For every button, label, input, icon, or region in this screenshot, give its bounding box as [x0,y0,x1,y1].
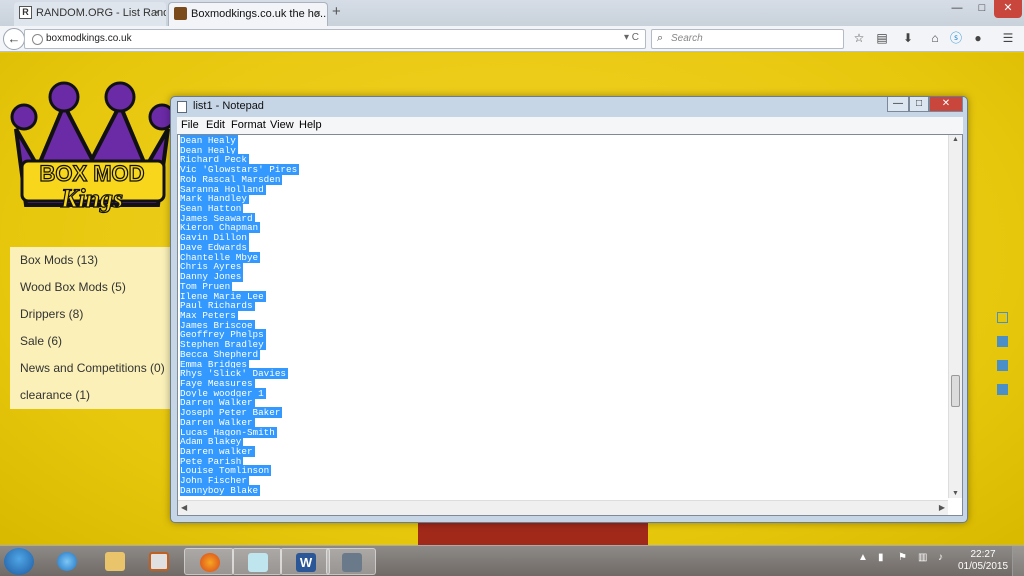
tray-device-icon[interactable]: ▮ [878,552,884,563]
tab-label: Boxmodkings.co.uk the ho... [191,8,328,20]
taskbar-firefox[interactable] [184,548,234,575]
menu-help[interactable]: Help [299,119,322,131]
notepad-icon [177,101,187,113]
slider-dot-2[interactable] [997,336,1008,347]
download-icon[interactable]: ⬇ [900,30,916,46]
notepad-close-button[interactable]: ✕ [929,97,963,112]
taskbar-internet-explorer[interactable] [42,548,92,575]
menu-file[interactable]: File [181,119,199,131]
url-dropdown-reload-icon[interactable]: ▾ C [624,32,639,43]
close-window-button[interactable]: ✕ [994,0,1022,18]
menu-format[interactable]: Format [231,119,266,131]
word-icon: W [296,553,316,572]
box-mod-kings-logo: BOX MOD Kings [10,81,176,214]
start-button[interactable] [4,548,34,575]
notepad-icon [248,553,268,572]
menu-item-box-mods[interactable]: Box Mods (13) [10,247,172,274]
scroll-up-icon[interactable]: ▲ [952,136,959,143]
scroll-right-icon[interactable]: ▶ [939,503,945,512]
notepad-window: list1 - Notepad — □ ✕ File Edit Format V… [170,96,968,523]
slider-dot-3[interactable] [997,360,1008,371]
crown-favicon-icon [174,7,187,20]
taskbar-file-explorer[interactable] [90,548,140,575]
logo-text-box-mod: BOX MOD [39,161,144,186]
screen-recorder-icon [342,553,362,572]
taskbar-clock[interactable]: 22:27 01/05/2015 [958,549,1008,573]
browser-tab-bar: R RANDOM.ORG - List Rand... × Boxmodking… [0,0,1024,26]
taskbar-word[interactable]: W [280,548,330,575]
taskbar-recorder[interactable] [326,548,376,575]
scroll-down-icon[interactable]: ▼ [952,490,959,497]
globe-icon [32,34,43,45]
tray-network-icon[interactable]: ▥ [918,552,927,563]
url-bar[interactable]: boxmodkings.co.uk ▾ C [24,29,646,49]
reading-list-icon[interactable]: ▤ [874,30,890,46]
menu-item-drippers[interactable]: Drippers (8) [10,301,172,328]
slider-dot-1[interactable] [997,312,1008,323]
new-tab-button[interactable]: + [332,3,341,20]
logo-text-kings: Kings [60,184,123,213]
menu-item-clearance[interactable]: clearance (1) [10,382,172,409]
tab-close-icon[interactable]: × [154,2,160,24]
notepad-text-area[interactable]: Dean Healy Dean Healy Richard Peck Vic 'Glo… [177,134,963,516]
minimize-button[interactable]: — [944,0,970,18]
selected-text-lines: Dean Healy Dean Healy Richard Peck Vic 'Glo… [180,135,300,496]
horizontal-scrollbar[interactable]: ◀ ▶ [178,500,948,515]
tab-close-icon[interactable]: × [315,3,321,25]
system-tray: ▲ ▮ ⚑ ▥ ♪ [858,552,968,570]
home-icon[interactable]: ⌂ [927,30,943,46]
tab-random-org[interactable]: R RANDOM.ORG - List Rand... × [14,2,166,26]
tray-flag-icon[interactable]: ⚑ [898,552,907,563]
notepad-line-text: Dannyboy Blake [180,484,261,496]
skype-icon[interactable]: ⓢ [948,30,964,46]
notepad-menu-bar: File Edit Format View Help [177,117,963,134]
back-button[interactable]: ← [3,28,25,50]
tab-label: RANDOM.ORG - List Rand... [36,7,166,19]
internet-explorer-icon [57,552,77,571]
maximize-button[interactable]: □ [970,0,994,18]
tray-expand-icon[interactable]: ▲ [858,552,868,563]
url-text[interactable]: boxmodkings.co.uk [46,33,132,44]
firefox-icon [200,553,220,572]
notepad-title-bar[interactable]: list1 - Notepad — □ ✕ [171,97,967,117]
hamburger-menu-icon[interactable]: ☰ [1000,30,1016,46]
taskbar-media-player[interactable] [134,548,184,575]
scroll-left-icon[interactable]: ◀ [181,503,187,512]
show-desktop-button[interactable] [1012,546,1024,576]
chat-icon[interactable]: ● [970,30,986,46]
notepad-line: Dannyboy Blake [180,484,299,496]
vertical-scrollbar[interactable]: ▲ ▼ [948,135,962,498]
scroll-thumb[interactable] [951,375,960,407]
media-player-icon [149,552,169,571]
browser-nav-bar: ← boxmodkings.co.uk ▾ C ⌕ Search ☆ ▤ ⬇ ⌂… [0,26,1024,52]
tab-boxmodkings[interactable]: Boxmodkings.co.uk the ho... × [168,2,328,26]
menu-item-sale[interactable]: Sale (6) [10,328,172,355]
notepad-minimize-button[interactable]: — [887,97,909,112]
search-placeholder: Search [671,33,703,44]
menu-item-news-competitions[interactable]: News and Competitions (0) [10,355,172,382]
bookmark-star-icon[interactable]: ☆ [851,30,867,46]
notepad-maximize-button[interactable]: □ [909,97,929,112]
clock-date: 01/05/2015 [958,561,1009,572]
taskbar: W ▲ ▮ ⚑ ▥ ♪ 22:27 01/05/2015 [0,545,1024,576]
menu-edit[interactable]: Edit [206,119,225,131]
folder-icon [105,552,125,571]
notepad-title: list1 - Notepad [193,100,264,112]
search-icon: ⌕ [657,32,664,44]
tray-volume-icon[interactable]: ♪ [938,552,943,563]
taskbar-notepad[interactable] [232,548,282,575]
menu-item-wood-box-mods[interactable]: Wood Box Mods (5) [10,274,172,301]
menu-view[interactable]: View [270,119,294,131]
category-menu: Box Mods (13) Wood Box Mods (5) Drippers… [10,247,172,409]
search-input[interactable]: ⌕ Search [651,29,844,49]
clock-time: 22:27 [970,549,996,560]
slider-dot-4[interactable] [997,384,1008,395]
random-org-favicon-icon: R [19,6,32,19]
